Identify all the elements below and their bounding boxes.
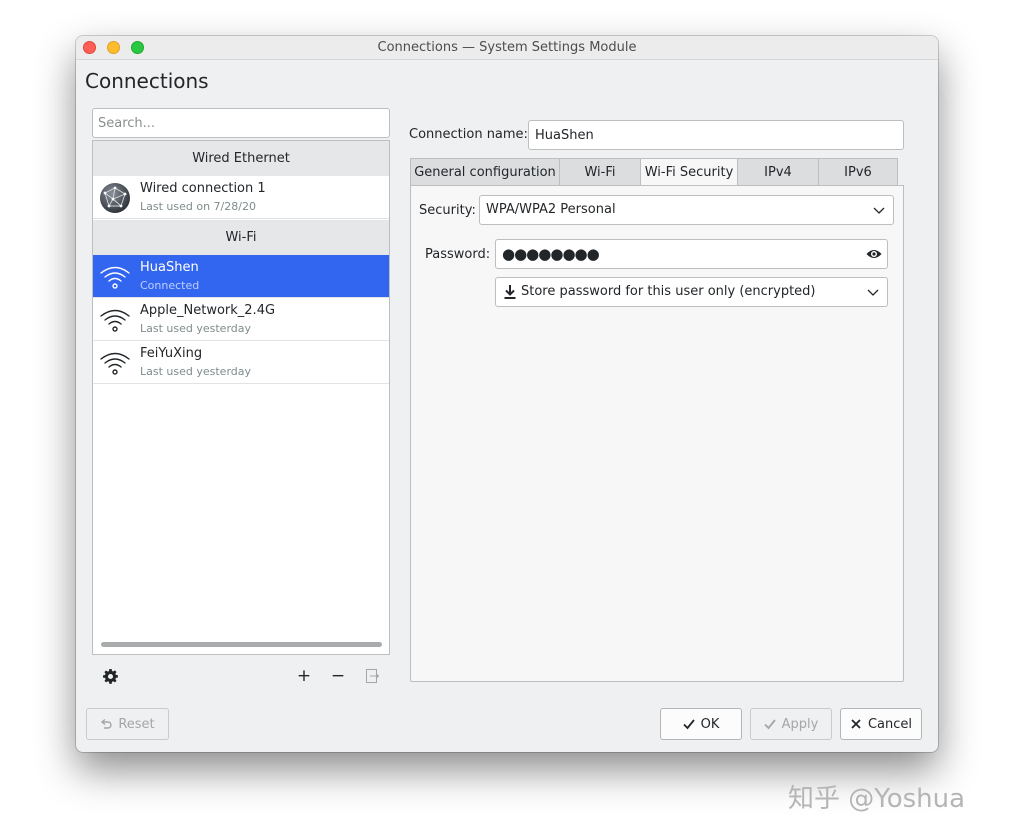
connection-name-label: Connection name: [409, 127, 528, 142]
tab-wifi[interactable]: Wi-Fi [559, 158, 641, 186]
section-header-wifi: Wi-Fi [93, 220, 389, 255]
wifi-icon [100, 352, 130, 375]
password-label: Password: [425, 247, 491, 262]
ok-button[interactable]: OK [660, 708, 742, 740]
ok-label: OK [700, 716, 720, 732]
configure-button[interactable] [99, 665, 121, 687]
wifi-icon [100, 266, 130, 289]
undo-icon [101, 718, 112, 729]
list-item-huashen[interactable]: HuaShen Connected [93, 255, 389, 298]
export-icon [365, 669, 379, 683]
search-input[interactable] [92, 108, 390, 138]
window-title: Connections — System Settings Module [377, 40, 637, 55]
connection-name: FeiYuXing [140, 346, 203, 361]
security-selected-value: WPA/WPA2 Personal [486, 202, 616, 217]
chevron-down-icon [873, 207, 885, 214]
check-icon [682, 719, 695, 730]
eye-icon[interactable] [866, 247, 882, 261]
page-title: Connections [85, 69, 209, 93]
tab-wifi-security[interactable]: Wi-Fi Security [640, 158, 738, 187]
wifi-icon [100, 309, 130, 332]
password-storage-select[interactable]: Store password for this user only (encry… [495, 277, 888, 307]
connection-name: Apple_Network_2.4G [140, 303, 276, 318]
chevron-down-icon [867, 289, 879, 296]
connection-name-input[interactable] [528, 120, 904, 150]
wifi-security-panel: Security: WPA/WPA2 Personal Password: ●●… [410, 185, 904, 682]
security-select[interactable]: WPA/WPA2 Personal [479, 195, 894, 225]
connection-name: HuaShen [140, 260, 199, 275]
connection-status: Last used yesterday [140, 365, 252, 378]
tab-ipv4[interactable]: IPv4 [737, 158, 819, 186]
apply-label: Apply [781, 716, 819, 732]
password-storage-value: Store password for this user only (encry… [521, 284, 816, 299]
reset-label: Reset [118, 716, 155, 732]
download-icon [504, 285, 516, 299]
gear-icon [102, 668, 118, 684]
list-item-apple-network[interactable]: Apple_Network_2.4G Last used yesterday [93, 298, 389, 341]
close-icon [851, 719, 861, 729]
add-connection-button[interactable]: + [293, 665, 315, 687]
cancel-label: Cancel [867, 716, 913, 732]
connection-list: Wired Ethernet Wired connection 1 Last u… [92, 140, 390, 655]
reset-button[interactable]: Reset [86, 708, 169, 740]
remove-connection-button[interactable]: − [327, 665, 349, 687]
check-icon [764, 719, 776, 730]
network-globe-icon [100, 183, 130, 213]
connection-status: Connected [140, 279, 200, 292]
list-item-feiyuxing[interactable]: FeiYuXing Last used yesterday [93, 341, 389, 384]
export-connection-button[interactable] [361, 665, 383, 687]
apply-button[interactable]: Apply [750, 708, 832, 740]
tab-ipv6[interactable]: IPv6 [818, 158, 898, 186]
tab-general-configuration[interactable]: General configuration [410, 158, 560, 186]
settings-window: Connections — System Settings Module Con… [76, 36, 938, 752]
password-value: ●●●●●●●● [502, 245, 600, 263]
cancel-button[interactable]: Cancel [840, 708, 922, 740]
connection-status: Last used yesterday [140, 322, 252, 335]
password-field[interactable]: ●●●●●●●● [495, 239, 888, 269]
security-label: Security: [419, 203, 476, 218]
watermark: 知乎 @Yoshua [788, 784, 966, 814]
connection-name: Wired connection 1 [140, 181, 266, 196]
title-bar[interactable]: Connections — System Settings Module [76, 36, 938, 60]
section-header-wired: Wired Ethernet [93, 141, 389, 176]
connection-status: Last used on 7/28/20 [140, 200, 256, 213]
list-item-wired-connection-1[interactable]: Wired connection 1 Last used on 7/28/20 [93, 176, 389, 219]
horizontal-scrollbar[interactable] [101, 642, 382, 647]
